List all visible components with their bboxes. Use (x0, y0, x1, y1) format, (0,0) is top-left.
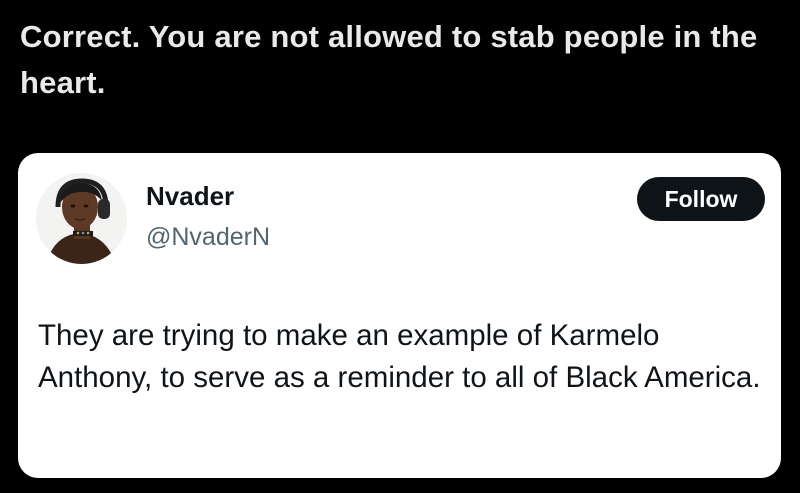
display-name[interactable]: Nvader (146, 181, 234, 212)
user-handle[interactable]: @NvaderN (146, 223, 270, 252)
avatar[interactable] (36, 173, 127, 264)
avatar-image (36, 173, 127, 264)
follow-button[interactable]: Follow (637, 177, 765, 221)
embedded-tweet-card[interactable]: Nvader @NvaderN Follow They are trying t… (18, 153, 781, 478)
caption-text: Correct. You are not allowed to stab peo… (20, 19, 758, 100)
tweet-text: They are trying to make an example of Ka… (38, 319, 761, 394)
